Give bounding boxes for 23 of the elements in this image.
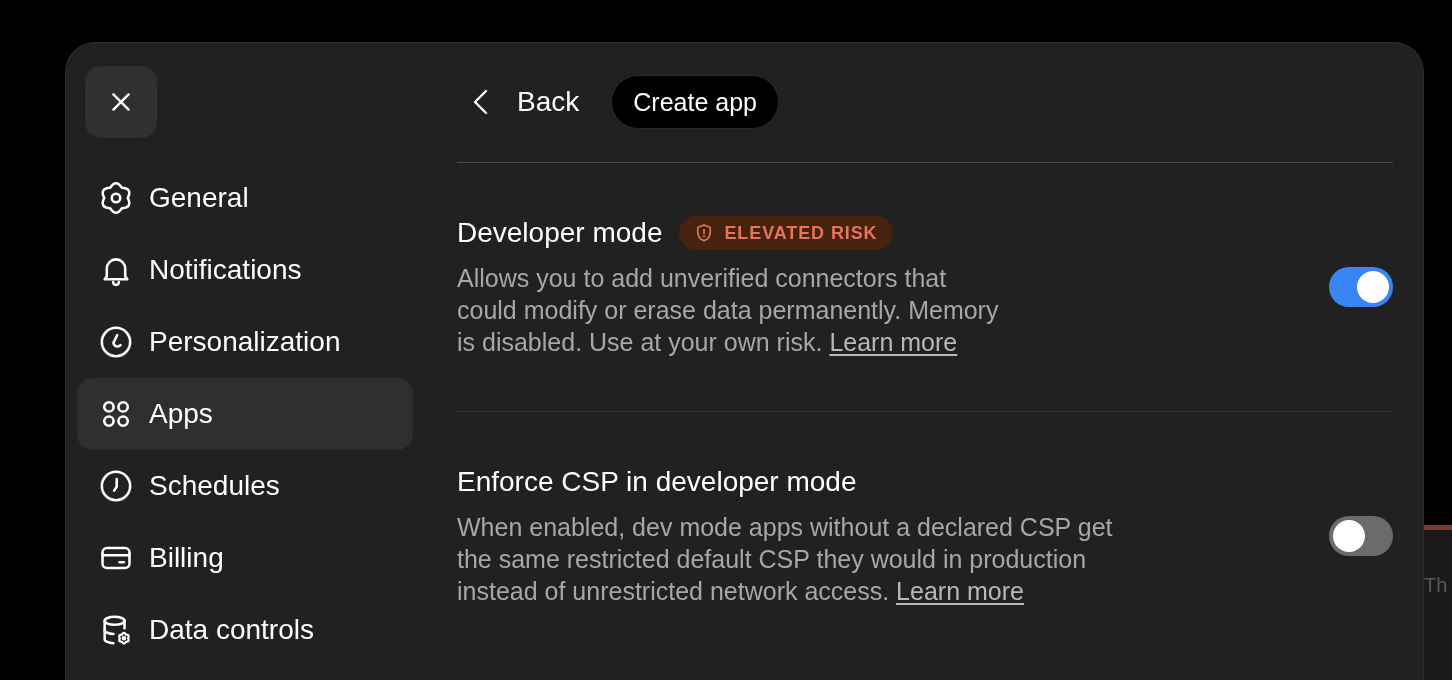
sidebar-item[interactable]: Schedules <box>77 450 413 522</box>
sidebar-item[interactable]: General <box>77 162 413 234</box>
toggle-switch[interactable] <box>1329 266 1393 307</box>
learn-more-link[interactable]: Learn more <box>829 328 958 356</box>
learn-more-link[interactable]: Learn more <box>896 577 1024 605</box>
sidebar-item[interactable]: Data controls <box>77 594 413 666</box>
close-button[interactable] <box>85 66 157 138</box>
circle-swirl-icon <box>99 325 133 359</box>
create-app-button[interactable]: Create app <box>611 75 779 129</box>
sidebar-item[interactable]: Personalization <box>77 306 413 378</box>
sidebar-item[interactable]: Billing <box>77 522 413 594</box>
sidebar-item[interactable]: Apps <box>77 378 413 450</box>
toggle-switch[interactable] <box>1329 515 1393 556</box>
back-button[interactable]: Back <box>457 75 592 129</box>
gear-icon <box>99 181 133 215</box>
badge-label: ELEVATED RISK <box>724 223 878 243</box>
setting-description: When enabled, dev mode apps without a declared CSP get the same restricted default CSP they would in production instead of unrestricted network access. Learn more <box>457 512 1114 607</box>
setting-description: Allows you to add unverified connectors that could modify or erase data permanently. Memory is disabled. Use at your own risk. Learn more <box>457 263 1000 358</box>
setting-title: Enforce CSP in developer mode <box>457 465 857 499</box>
sidebar-item[interactable]: Notifications <box>77 234 413 306</box>
setting-title: Developer mode <box>457 216 663 250</box>
clock-icon <box>99 469 133 503</box>
backdrop-text: Th <box>1424 574 1448 597</box>
